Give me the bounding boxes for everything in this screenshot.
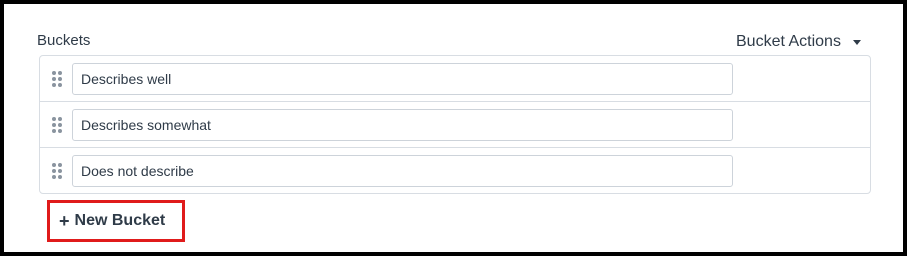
bucket-name-input[interactable]	[72, 63, 733, 95]
bucket-editor: Buckets Bucket Actions Describes well De…	[0, 0, 907, 256]
plus-icon: +	[59, 210, 70, 231]
buckets-heading: Buckets	[37, 32, 91, 49]
drag-handle-icon[interactable]	[52, 71, 62, 87]
bucket-actions-dropdown[interactable]: Bucket Actions	[736, 33, 861, 51]
new-bucket-label: New Bucket	[74, 212, 166, 229]
bucket-row	[40, 102, 870, 148]
bucket-row	[40, 56, 870, 102]
bucket-list	[39, 55, 871, 194]
bucket-row	[40, 148, 870, 194]
new-bucket-button[interactable]: + New Bucket	[47, 200, 185, 242]
bucket-name-input[interactable]	[72, 155, 733, 187]
bucket-name-input[interactable]	[72, 109, 733, 141]
drag-handle-icon[interactable]	[52, 117, 62, 133]
bucket-actions-label: Bucket Actions	[736, 33, 841, 50]
drag-handle-icon[interactable]	[52, 163, 62, 179]
caret-down-icon	[852, 39, 861, 45]
